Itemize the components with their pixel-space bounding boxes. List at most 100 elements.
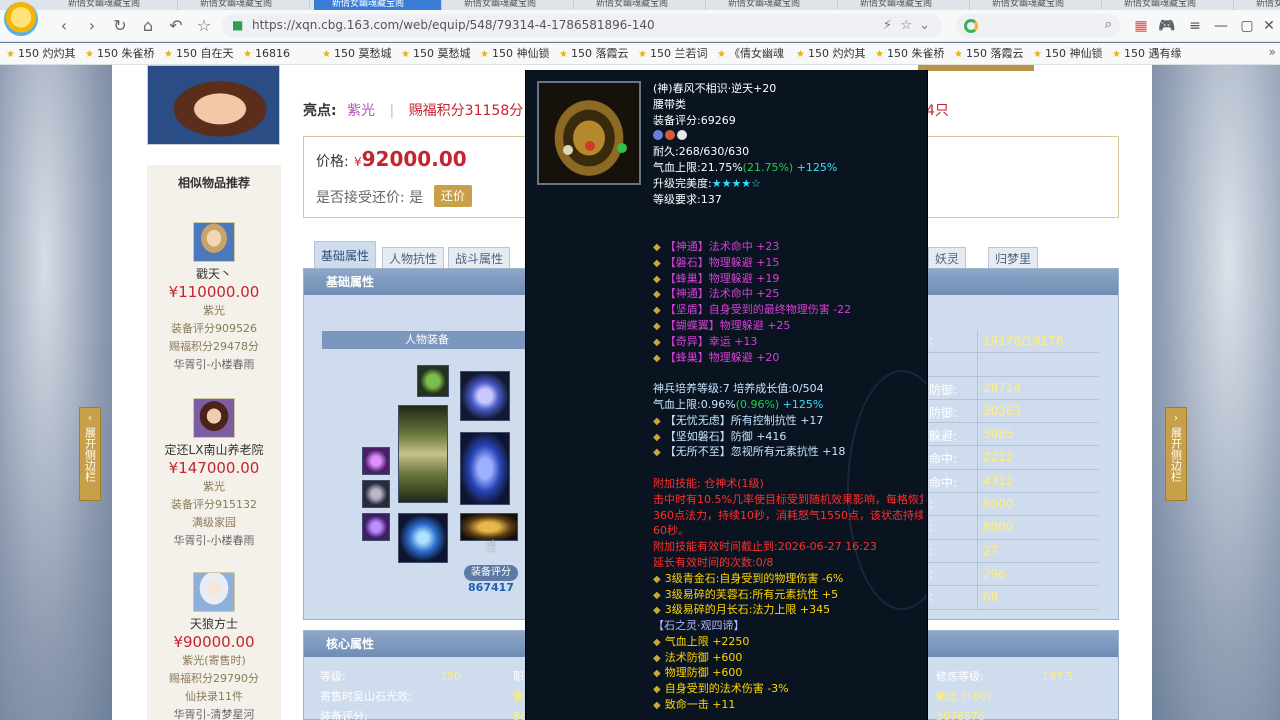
bookmark-item[interactable]: ★ 150 落霞云: [553, 43, 632, 64]
bookmark-item[interactable]: ★ 150 灼灼其: [790, 43, 869, 64]
bookmark-item[interactable]: ★ 150 莫愁城: [316, 43, 395, 64]
bookmark-item[interactable]: ★ 150 遇有缘: [1106, 43, 1185, 64]
browser-tabbar: 新倩女幽魂藏宝阁 新倩女幽魂藏宝阁 新倩女幽魂藏宝阁 新倩女幽魂藏宝阁 新倩女幽魂藏宝阁…: [0, 0, 1280, 10]
tab-yaoling[interactable]: 妖灵: [928, 247, 967, 269]
stat-row: :19178/19178: [925, 330, 1099, 354]
lightning-icon[interactable]: ⚡: [883, 18, 892, 33]
bookmark-star-icon: ★: [6, 49, 15, 60]
bullet-diamond-icon: ◆: [653, 684, 661, 696]
tooltip-line: ◆ 物理防御 +600: [653, 666, 743, 680]
tooltip-line: ◆ 3级易碎的月长石:法力上限 +345: [653, 603, 831, 617]
similar-item[interactable]: 戳天丶 ¥110000.00 紫光 装备评分909526 赐福积分29478分 …: [147, 222, 281, 374]
core-row: 寄售时吴山石光效: 紫: [320, 690, 524, 703]
reload-icon[interactable]: ↻: [110, 16, 130, 36]
bookmark-item[interactable]: ★ 150 兰若词: [632, 43, 711, 64]
home-icon[interactable]: ⌂: [138, 16, 158, 36]
user-avatar-icon[interactable]: [4, 2, 38, 36]
tab-basic-attributes[interactable]: 基础属性: [314, 241, 377, 269]
apps-icon[interactable]: ▦: [1132, 17, 1150, 35]
bullet-diamond-icon: ◆: [653, 573, 661, 585]
similar-item[interactable]: 天狼方士 ¥90000.00 紫光(寄售时) 赐福积分29790分 仙抉录11件…: [147, 572, 281, 720]
stat-row: :8000: [925, 516, 1099, 540]
bookmark-star-icon: ★: [954, 49, 963, 60]
tooltip-line: 升级完美度:★★★★☆: [653, 176, 762, 190]
browser-tab[interactable]: 新倩女幽魂藏宝阁: [842, 0, 970, 10]
url-text[interactable]: https://xqn.cbg.163.com/web/equip/548/79…: [252, 18, 655, 32]
bullet-diamond-icon: ◆: [653, 305, 661, 317]
bookmark-item[interactable]: ★ 150 灼灼其: [0, 43, 79, 64]
bookmark-star-icon: ★: [875, 49, 884, 60]
game-icon[interactable]: 🎮: [1158, 17, 1176, 35]
bookmark-item[interactable]: ★ 150 朱雀桥: [79, 43, 158, 64]
bookmark-item[interactable]: ★ 150 莫愁城: [395, 43, 474, 64]
equip-slot[interactable]: [398, 405, 448, 503]
search-box[interactable]: ⌕: [956, 14, 1120, 38]
equip-slot[interactable]: [362, 480, 390, 508]
undo-icon[interactable]: ↶: [166, 16, 186, 36]
equip-slot[interactable]: [417, 365, 449, 397]
similar-item[interactable]: 定还LX南山养老院 ¥147000.00 紫光 装备评分915132 满级家园 …: [147, 398, 281, 550]
browser-tab[interactable]: 新倩女幽魂藏宝阁: [974, 0, 1102, 10]
dropdown-icon[interactable]: ⌄: [919, 18, 930, 33]
browser-tab[interactable]: 新倩女幽魂藏宝阁: [314, 0, 442, 10]
close-icon[interactable]: ✕: [1260, 17, 1278, 35]
equip-slot[interactable]: [362, 513, 390, 541]
bookmark-item[interactable]: ★ 150 自在天: [158, 43, 237, 64]
tooltip-line: ◆ 【蝴蝶翼】物理躲避 +25: [653, 318, 791, 332]
similar-item-avatar[interactable]: [193, 572, 235, 612]
menu-icon[interactable]: ≡: [1186, 17, 1204, 35]
mouse-cursor-icon: ☝: [486, 536, 496, 555]
browser-tab[interactable]: 新倩女幽魂藏宝阁: [1106, 0, 1234, 10]
tooltip-line: ◆ 【奇异】幸运 +13: [653, 334, 758, 348]
bookmark-star-icon: ★: [717, 49, 726, 60]
bookmark-item[interactable]: ★ 150 朱雀桥: [869, 43, 948, 64]
stat-row: 躲避: 3085: [925, 423, 1099, 447]
browser-tab[interactable]: 新倩女幽魂藏宝阁: [446, 0, 574, 10]
stat-row: :8000: [925, 493, 1099, 517]
tab-guimengli[interactable]: 归梦里: [988, 247, 1039, 269]
equip-slot[interactable]: [460, 432, 510, 505]
bookmark-item[interactable]: ★ 150 神仙锁: [474, 43, 553, 64]
forward-icon[interactable]: ›: [82, 16, 102, 36]
expand-left-sidebar-button[interactable]: ‹ 展开侧边栏: [79, 407, 101, 501]
tooltip-line: ◆ 3级易碎的芙蓉石:所有元素抗性 +5: [653, 587, 839, 601]
favorite-icon[interactable]: ☆: [900, 18, 912, 33]
minimize-icon[interactable]: —: [1212, 17, 1230, 35]
similar-item-avatar[interactable]: [193, 222, 235, 262]
tooltip-line: 附加技能: 仓神术(1级): [653, 476, 764, 490]
search-icon[interactable]: ⌕: [1105, 17, 1112, 32]
bookmark-star-icon: ★: [1033, 49, 1042, 60]
bookmark-item[interactable]: ★ 《倩女幽魂: [711, 43, 790, 64]
tooltip-line: ◆ 【坚盾】自身受到的最终物理伤害 -22: [653, 303, 852, 317]
equip-slot[interactable]: [362, 447, 390, 475]
browser-tab[interactable]: 新倩女幽魂藏宝阁: [710, 0, 838, 10]
tooltip-line: ◆ 【蜂巢】物理躲避 +19: [653, 271, 780, 285]
tooltip-line: (神)春风不相识·逆天+20: [653, 82, 777, 95]
bookmark-item[interactable]: ★ 150 落霞云: [948, 43, 1027, 64]
bookmark-star-icon[interactable]: ☆: [194, 16, 214, 36]
browser-tab[interactable]: 新倩女幽魂藏宝阁: [578, 0, 706, 10]
browser-tab[interactable]: 新倩女幽魂藏宝阁: [182, 0, 310, 10]
tooltip-text: (神)春风不相识·逆天+20 腰带类 装备评分:69269 耐久:268/630/63…: [653, 81, 923, 713]
tooltip-line: ◆ 致命一击 +11: [653, 698, 736, 712]
bookmarks-more-icon[interactable]: »: [1269, 45, 1276, 59]
expand-right-sidebar-button[interactable]: › 展开侧边栏: [1165, 407, 1187, 501]
tab-combat-attributes[interactable]: 战斗属性: [448, 247, 511, 269]
tab-character-resistance[interactable]: 人物抗性: [382, 247, 445, 269]
similar-items-title: 相似物品推荐: [177, 176, 250, 190]
tooltip-line: ◆ 【无所不至】忽视所有元素抗性 +18: [653, 445, 846, 459]
bookmark-item[interactable]: ★ 150 神仙锁: [1027, 43, 1106, 64]
similar-item-avatar[interactable]: [193, 398, 235, 438]
equip-slot[interactable]: [460, 371, 510, 421]
back-icon[interactable]: ‹: [54, 16, 74, 36]
restore-icon[interactable]: ▢: [1238, 17, 1256, 35]
browser-tab[interactable]: 新倩女幽魂藏宝阁: [1238, 0, 1280, 10]
haggle-button[interactable]: 还价: [434, 185, 472, 207]
tooltip-line: ◆ 【坚如磐石】防御 +416: [653, 429, 787, 443]
browser-tab[interactable]: 新倩女幽魂藏宝阁: [50, 0, 178, 10]
address-bar[interactable]: ■ https://xqn.cbg.163.com/web/equip/548/…: [222, 14, 942, 38]
bookmark-item[interactable]: ★ 16816: [237, 43, 316, 64]
tooltip-line: 附加技能有效时间截止到:2026-06-27 16:23: [653, 540, 877, 554]
tooltip-line: 装备评分:69269: [653, 113, 736, 127]
equip-slot[interactable]: [398, 513, 448, 563]
